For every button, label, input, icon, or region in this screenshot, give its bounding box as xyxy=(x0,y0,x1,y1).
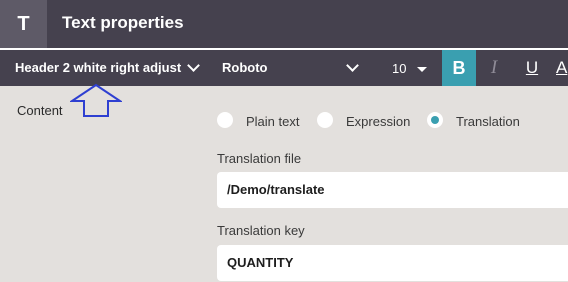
translation-file-value: /Demo/translate xyxy=(227,182,325,197)
radio-label: Plain text xyxy=(246,114,300,129)
radio-label: Expression xyxy=(346,114,411,129)
font-size-value: 10 xyxy=(392,61,407,76)
content-label: Content xyxy=(17,103,63,118)
radio-label: Translation xyxy=(456,114,520,129)
translation-key-label: Translation key xyxy=(217,223,305,238)
translation-file-label: Translation file xyxy=(217,151,302,166)
font-select-value: Roboto xyxy=(222,60,268,75)
bold-button[interactable]: B xyxy=(442,50,476,86)
window-title: Text properties xyxy=(62,13,184,32)
underline-button[interactable]: U xyxy=(514,50,550,86)
text-color-button[interactable]: A xyxy=(554,50,568,86)
chevron-down-icon xyxy=(346,59,359,72)
translation-file-input[interactable]: /Demo/translate xyxy=(217,172,568,208)
text-widget-icon: T xyxy=(0,0,47,48)
radio-button[interactable] xyxy=(217,112,233,128)
title-bar: T Text properties xyxy=(0,0,568,48)
italic-button[interactable]: I xyxy=(476,50,512,86)
radio-button[interactable] xyxy=(317,112,333,128)
chevron-down-icon xyxy=(187,59,200,72)
caret-down-icon xyxy=(417,67,427,72)
up-arrow-icon xyxy=(70,83,122,117)
text-color-button-label: A xyxy=(556,58,568,77)
style-select-value: Header 2 white right adjust xyxy=(15,60,182,75)
underline-button-label: U xyxy=(525,58,539,77)
translation-key-input[interactable]: QUANTITY xyxy=(217,245,568,281)
translation-key-value: QUANTITY xyxy=(227,255,294,270)
radio-button-selected[interactable] xyxy=(427,112,443,128)
